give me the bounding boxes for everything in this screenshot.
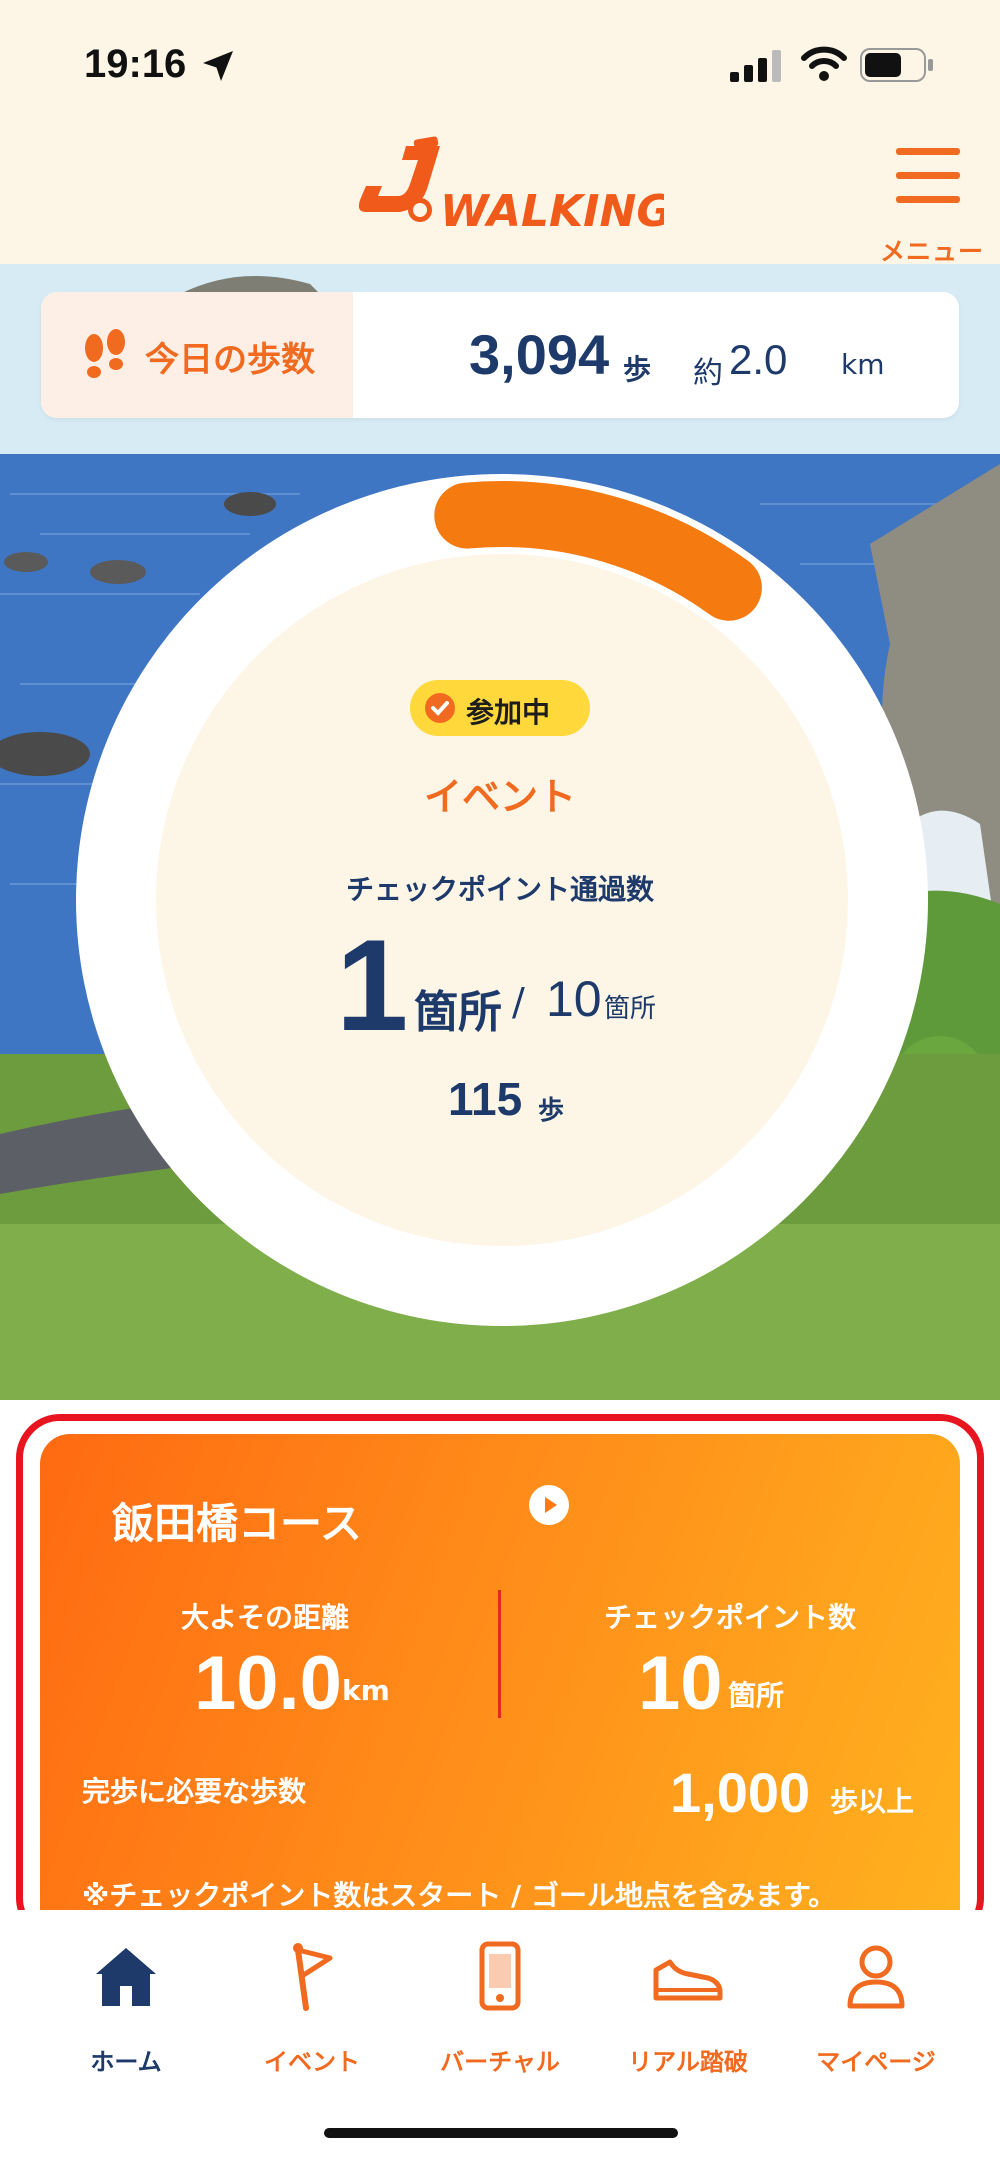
today-steps-value: 3,094 (469, 323, 610, 386)
participating-badge-text: 参加中 (466, 696, 551, 729)
event-steps-value: 115 (448, 1073, 523, 1125)
today-distance-unit: km (841, 348, 885, 381)
status-bar: 19:16 (0, 0, 1000, 130)
nav-home-label: ホーム (90, 2048, 162, 2076)
signal-icon (730, 50, 781, 82)
checkpoints-total-unit: 箇所 (604, 994, 657, 1024)
nav-virtual[interactable]: バーチャル (410, 1940, 590, 2076)
j-walking-logo: WALKING (358, 136, 664, 237)
shoe-icon (653, 1959, 723, 2001)
flag-icon (293, 1943, 333, 2011)
wifi-icon (801, 46, 847, 81)
checkpoint-passed-label: チェックポイント通過数 (345, 873, 654, 906)
app-header: WALKING メニュー (0, 130, 1000, 266)
check-circle-icon (425, 693, 455, 723)
checkpoints-passed-unit: 箇所 (414, 987, 502, 1038)
today-steps-label: 今日の歩数 (145, 340, 315, 380)
nav-event[interactable]: イベント (222, 1940, 402, 2076)
nav-virtual-label: バーチャル (440, 2048, 560, 2076)
checkpoints-separator: / (512, 980, 525, 1024)
nav-mypage[interactable]: マイページ (786, 1940, 966, 2076)
nav-mypage-label: マイページ (816, 2048, 936, 2076)
today-steps-unit: 歩 (623, 353, 652, 386)
nav-home[interactable]: ホーム (36, 1940, 216, 2076)
menu-label: メニュー (879, 237, 984, 266)
today-distance-prefix: 約 (693, 356, 723, 391)
nav-real-label: リアル踏破 (628, 2048, 748, 2076)
today-steps-card: 今日の歩数 3,094 歩 約 2.0 km (41, 292, 959, 418)
location-arrow-icon (203, 51, 233, 81)
footprints-icon (85, 329, 125, 378)
participating-badge: 参加中 (410, 680, 590, 736)
hamburger-icon (896, 148, 960, 203)
status-time: 19:16 (84, 42, 187, 86)
event-steps-unit: 歩 (538, 1096, 565, 1126)
phone-icon (479, 1941, 521, 2011)
battery-icon (860, 48, 933, 82)
home-indicator (324, 2128, 678, 2138)
event-title: イベント (423, 775, 576, 819)
nav-event-label: イベント (264, 2048, 360, 2076)
checkpoints-passed-value: 1 (336, 912, 409, 1058)
today-steps-label-box: 今日の歩数 (41, 292, 353, 418)
hero-area: 今日の歩数 3,094 歩 約 2.0 km 参加中 イベント チェックポイント… (0, 264, 1000, 1400)
today-distance-value: 2.0 (729, 336, 788, 383)
person-icon (847, 1945, 905, 2009)
svg-text:WALKING: WALKING (440, 186, 664, 237)
nav-real[interactable]: リアル踏破 (598, 1940, 778, 2076)
bottom-nav: ホーム イベント バーチャル リアル踏破 マイページ (0, 1910, 1000, 2164)
menu-button[interactable]: メニュー (870, 148, 990, 266)
checkpoints-total-value: 10 (546, 971, 602, 1027)
home-icon (96, 1948, 156, 2006)
course-highlight-outline (16, 1414, 984, 1942)
